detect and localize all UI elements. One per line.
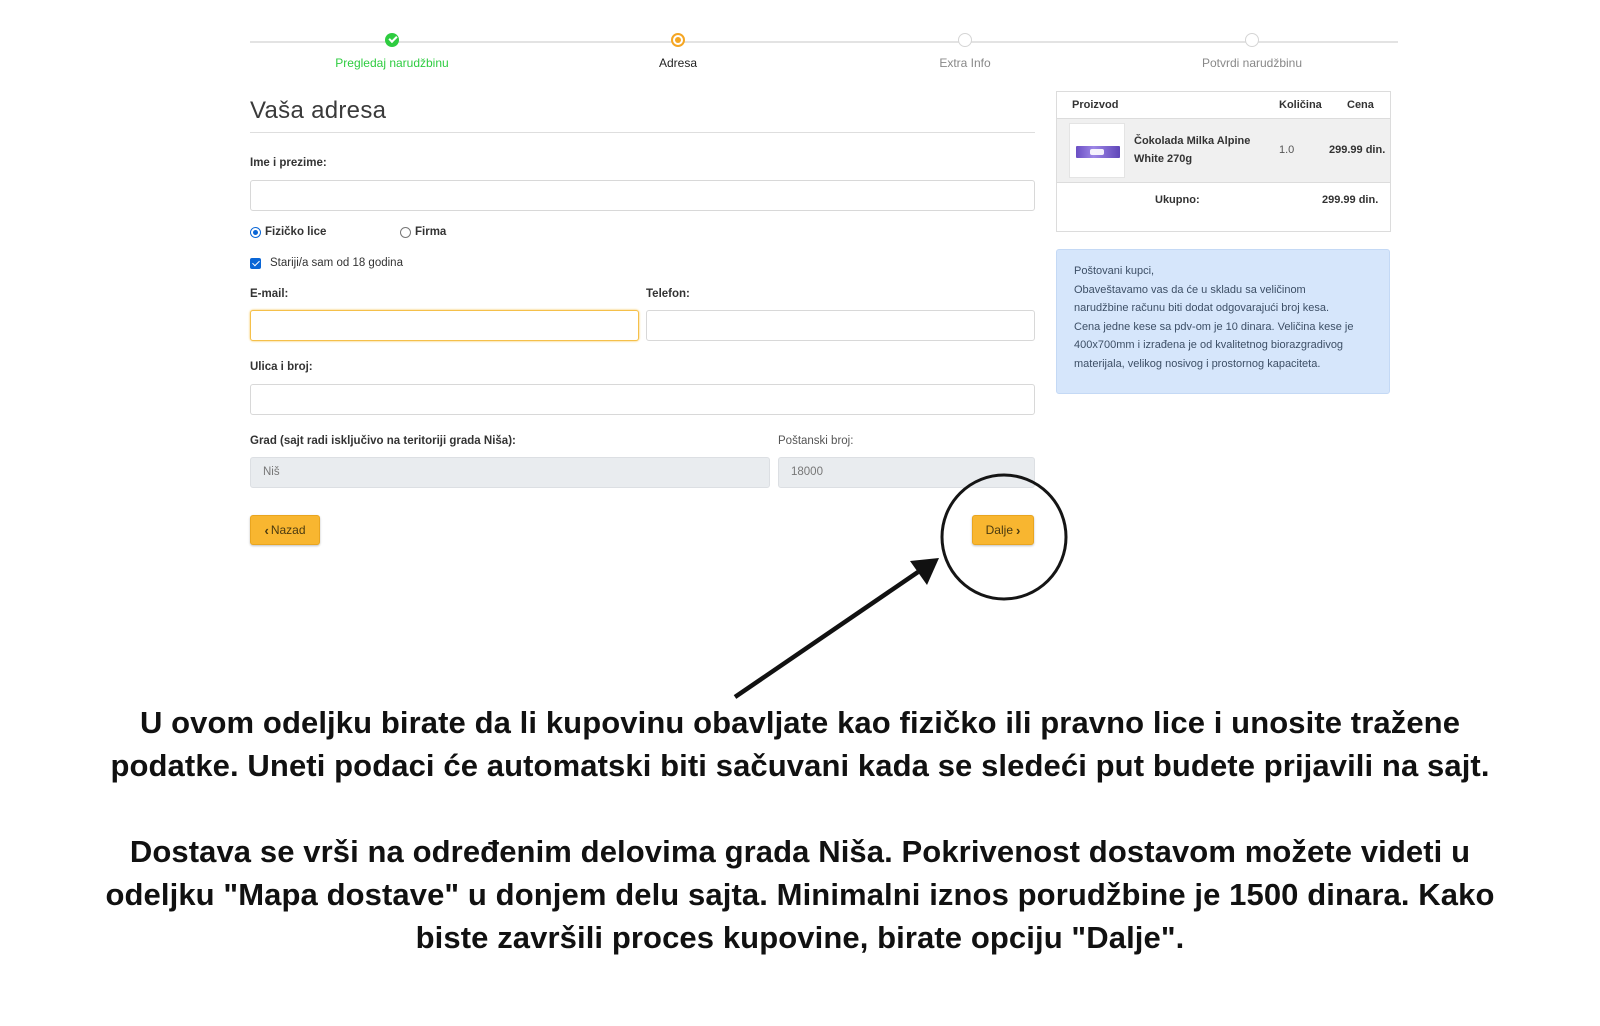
instruction-line: biste završili proces kupovine, birate o… <box>415 920 1185 955</box>
instruction-paragraph-2: Dostava se vrši na određenim delovima gr… <box>30 830 1570 959</box>
instruction-line: podatke. Uneti podaci će automatski biti… <box>110 748 1490 783</box>
arrow-shaft <box>733 570 920 699</box>
arrow-head-icon <box>910 558 939 585</box>
instruction-line: odeljku "Mapa dostave" u donjem delu saj… <box>105 877 1495 912</box>
instruction-line: U ovom odeljku birate da li kupovinu oba… <box>139 705 1461 740</box>
highlight-circle <box>940 473 1068 601</box>
instruction-paragraph-1: U ovom odeljku birate da li kupovinu oba… <box>30 701 1570 787</box>
instruction-line: Dostava se vrši na određenim delovima gr… <box>129 834 1471 869</box>
